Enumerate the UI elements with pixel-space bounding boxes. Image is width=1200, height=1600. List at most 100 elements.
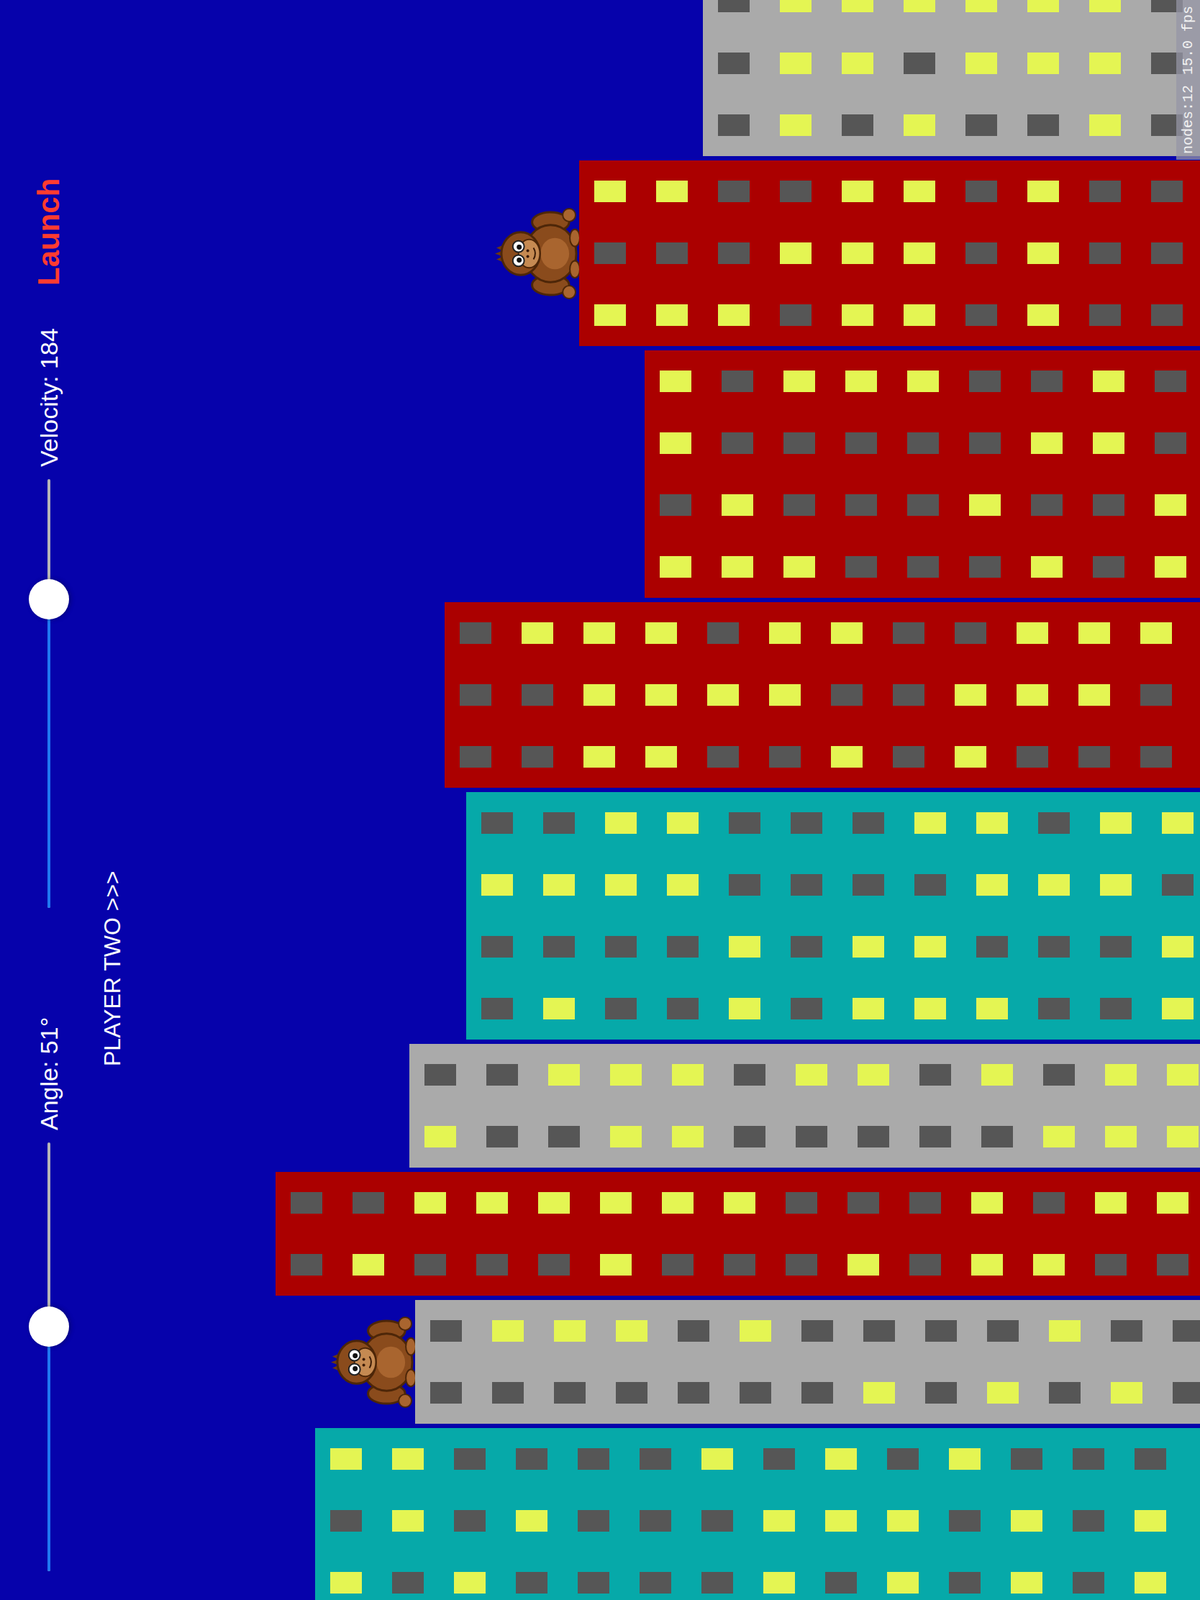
window-cell	[888, 0, 951, 33]
window-cell	[786, 1300, 849, 1362]
window-cell	[877, 664, 940, 726]
window	[1154, 556, 1187, 578]
window-cell	[950, 0, 1013, 33]
window	[857, 1125, 890, 1148]
window-cell	[810, 1489, 872, 1552]
window-cell	[1079, 1171, 1142, 1234]
window-cell	[337, 1233, 400, 1296]
window-cell	[624, 1551, 687, 1600]
window-cell	[1012, 160, 1075, 223]
window	[892, 684, 925, 706]
window	[1172, 1320, 1200, 1342]
window-cell	[476, 1361, 539, 1424]
window	[1016, 622, 1049, 644]
window-cell	[950, 32, 1013, 95]
window	[671, 1125, 704, 1148]
velocity-slider[interactable]	[27, 479, 71, 908]
window	[481, 812, 513, 834]
window-cell	[888, 222, 951, 285]
window	[1094, 1192, 1127, 1214]
window	[969, 432, 1001, 454]
window-cell	[644, 474, 707, 536]
window	[825, 1448, 857, 1470]
window-row	[315, 1428, 1200, 1490]
window	[1030, 494, 1063, 516]
window-cell	[641, 284, 703, 347]
window-cell	[438, 1551, 501, 1600]
window	[671, 1064, 704, 1086]
window	[914, 812, 947, 834]
window	[965, 114, 998, 136]
window	[790, 997, 823, 1020]
window-cell	[888, 160, 951, 223]
slider-thumb[interactable]	[28, 1306, 70, 1347]
window	[981, 1125, 1013, 1148]
window	[615, 1320, 648, 1342]
window-cell	[1089, 1105, 1152, 1168]
window-cell	[438, 1428, 501, 1490]
window-cell	[686, 1489, 749, 1552]
window	[790, 812, 823, 834]
window-cell	[888, 94, 951, 157]
window-cell	[415, 1300, 477, 1362]
window	[1161, 874, 1194, 896]
window	[666, 812, 699, 834]
window-cell	[692, 602, 754, 665]
window	[1110, 1382, 1143, 1404]
window	[723, 1192, 756, 1214]
node-count: nodes:12	[1179, 84, 1197, 154]
gorilla	[493, 203, 580, 304]
window-cell	[1015, 535, 1078, 598]
window-cell	[877, 725, 940, 788]
window-cell	[1146, 977, 1200, 1040]
window	[948, 1510, 981, 1532]
window	[656, 180, 688, 203]
window	[790, 874, 823, 896]
window	[1161, 935, 1194, 958]
window-cell	[1139, 474, 1200, 536]
window	[1038, 935, 1070, 958]
window	[1038, 812, 1070, 834]
window-cell	[830, 474, 893, 536]
window	[907, 370, 939, 393]
window	[605, 997, 637, 1020]
window-cell	[500, 1551, 563, 1600]
window-row	[644, 474, 1200, 536]
window-cell	[702, 222, 765, 285]
window	[783, 370, 816, 393]
slider-thumb[interactable]	[28, 579, 70, 620]
window	[1072, 1510, 1105, 1532]
window-cell	[899, 792, 962, 854]
window	[414, 1192, 447, 1214]
launch-button[interactable]: Launch	[28, 178, 70, 286]
window	[1140, 746, 1172, 768]
angle-slider[interactable]	[27, 1142, 71, 1572]
building-row	[0, 160, 1200, 347]
window	[481, 874, 513, 896]
window-cell	[888, 32, 951, 95]
window-cell	[1033, 1361, 1096, 1424]
window-cell	[1135, 160, 1198, 223]
building-row	[0, 350, 1200, 598]
window	[981, 1064, 1013, 1086]
window-cell	[644, 350, 707, 413]
window	[769, 684, 801, 706]
window	[1072, 1448, 1105, 1470]
window-cell	[892, 474, 954, 536]
window	[548, 1064, 580, 1086]
window-cell	[832, 1171, 895, 1234]
window-cell	[444, 602, 507, 665]
window	[677, 1320, 710, 1342]
window-cell	[538, 1361, 601, 1424]
window-cell	[568, 602, 631, 665]
window	[548, 1125, 580, 1148]
building	[315, 1428, 1200, 1600]
window	[783, 556, 816, 578]
window-cell	[815, 602, 878, 665]
window	[1151, 180, 1183, 203]
window-cell	[461, 1233, 524, 1296]
window-cell	[1077, 350, 1140, 413]
window	[290, 1253, 323, 1276]
window-cell	[438, 1489, 501, 1552]
window-cell	[702, 284, 765, 347]
